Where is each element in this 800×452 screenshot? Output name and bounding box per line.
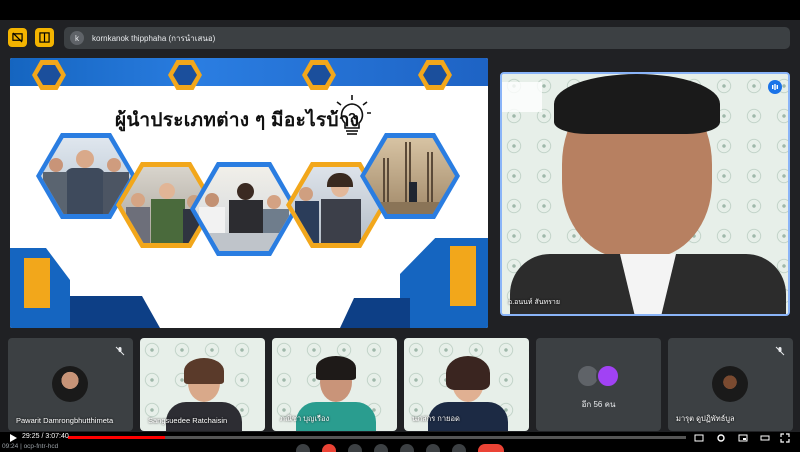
participant-avatar [52, 366, 88, 402]
present-off-icon [12, 32, 23, 43]
participant-tile[interactable]: มารุต ดูปฏิพัทธ์บูล [668, 338, 793, 431]
participant-tile[interactable]: ภณิชา บุญเรือง [272, 338, 397, 431]
video-progress-bar[interactable] [68, 436, 686, 439]
layout-icon [39, 32, 50, 43]
mic-off-icon [775, 346, 785, 356]
participant-name: ภณิชา บุญเรือง [280, 414, 330, 423]
miniplayer-icon[interactable] [738, 433, 748, 443]
participant-hair [316, 356, 356, 380]
leave-call-button[interactable] [478, 444, 504, 452]
captions-icon[interactable] [694, 433, 704, 443]
meet-control-button[interactable] [322, 444, 336, 452]
top-black-bar [0, 0, 800, 20]
participant-avatar [596, 364, 620, 388]
participant-hair [446, 356, 490, 390]
slide-corner-decor [70, 296, 160, 328]
stop-presenting-button[interactable] [8, 28, 27, 47]
video-progress-fill [68, 436, 166, 439]
slide-title: ผู้นำประเภทต่าง ๆ มีอะไรบ้าง [115, 110, 360, 131]
speaker-hair [554, 74, 720, 134]
participant-avatar [712, 366, 748, 402]
presentation-view-button[interactable] [35, 28, 54, 47]
speaker-name: อ.อนนท์ สันทราย [508, 299, 560, 306]
speaking-indicator-icon [768, 80, 782, 94]
shared-slide: ผู้นำประเภทต่าง ๆ มีอะไรบ้าง ? [10, 58, 488, 328]
presentation-control-bar: k kornkanok thipphaha (การนำเสนอ) [0, 25, 800, 53]
theater-icon[interactable] [760, 433, 770, 443]
slide-corner-decor [450, 246, 476, 306]
participant-name: นภสกร กายอด [412, 414, 460, 423]
participant-hair [184, 358, 224, 384]
participant-tile[interactable]: Pawarit Damrongbhutthimeta [8, 338, 133, 431]
participant-tile[interactable]: นภสกร กายอด [404, 338, 529, 431]
slide-corner-decor [340, 298, 410, 328]
presenter-chip: k kornkanok thipphaha (การนำเสนอ) [64, 27, 790, 49]
caption-line: 09:24 | ocp-fntr-hcd [2, 443, 59, 450]
slide-corner-decor [24, 258, 50, 308]
participant-name: Pawarit Damrongbhutthimeta [16, 416, 114, 425]
meet-control-button[interactable] [452, 444, 466, 452]
meet-control-button[interactable] [374, 444, 388, 452]
play-icon[interactable] [8, 433, 18, 443]
fullscreen-icon[interactable] [780, 433, 790, 443]
video-timecode: 29:25 / 3:07:40 [22, 433, 69, 440]
lightbulb-icon: ? [333, 95, 371, 135]
presenter-avatar: k [70, 31, 84, 45]
meet-control-button[interactable] [426, 444, 440, 452]
presenter-label: kornkanok thipphaha (การนำเสนอ) [92, 33, 216, 43]
mic-off-icon [115, 346, 125, 356]
settings-icon[interactable] [716, 433, 726, 443]
more-participants-count: อีก 56 คน [581, 400, 616, 409]
wall-sign [502, 82, 542, 112]
duration: 3:07:40 [45, 433, 69, 440]
current-time: 29:25 [22, 433, 40, 440]
more-participants-tile[interactable]: อีก 56 คน [536, 338, 661, 431]
participant-tile[interactable]: Sangsuedee Ratchaisin [140, 338, 265, 431]
meet-control-button[interactable] [296, 444, 310, 452]
participant-name: Sangsuedee Ratchaisin [148, 416, 228, 425]
meet-control-button[interactable] [348, 444, 362, 452]
participant-name: มารุต ดูปฏิพัทธ์บูล [676, 414, 735, 423]
slide-top-band [10, 58, 488, 86]
svg-text:?: ? [348, 110, 356, 125]
active-speaker-tile[interactable]: อ.อนนท์ สันทราย [500, 72, 790, 316]
meeting-window: k kornkanok thipphaha (การนำเสนอ) ผู้นำป… [0, 0, 800, 452]
meet-control-button[interactable] [400, 444, 414, 452]
